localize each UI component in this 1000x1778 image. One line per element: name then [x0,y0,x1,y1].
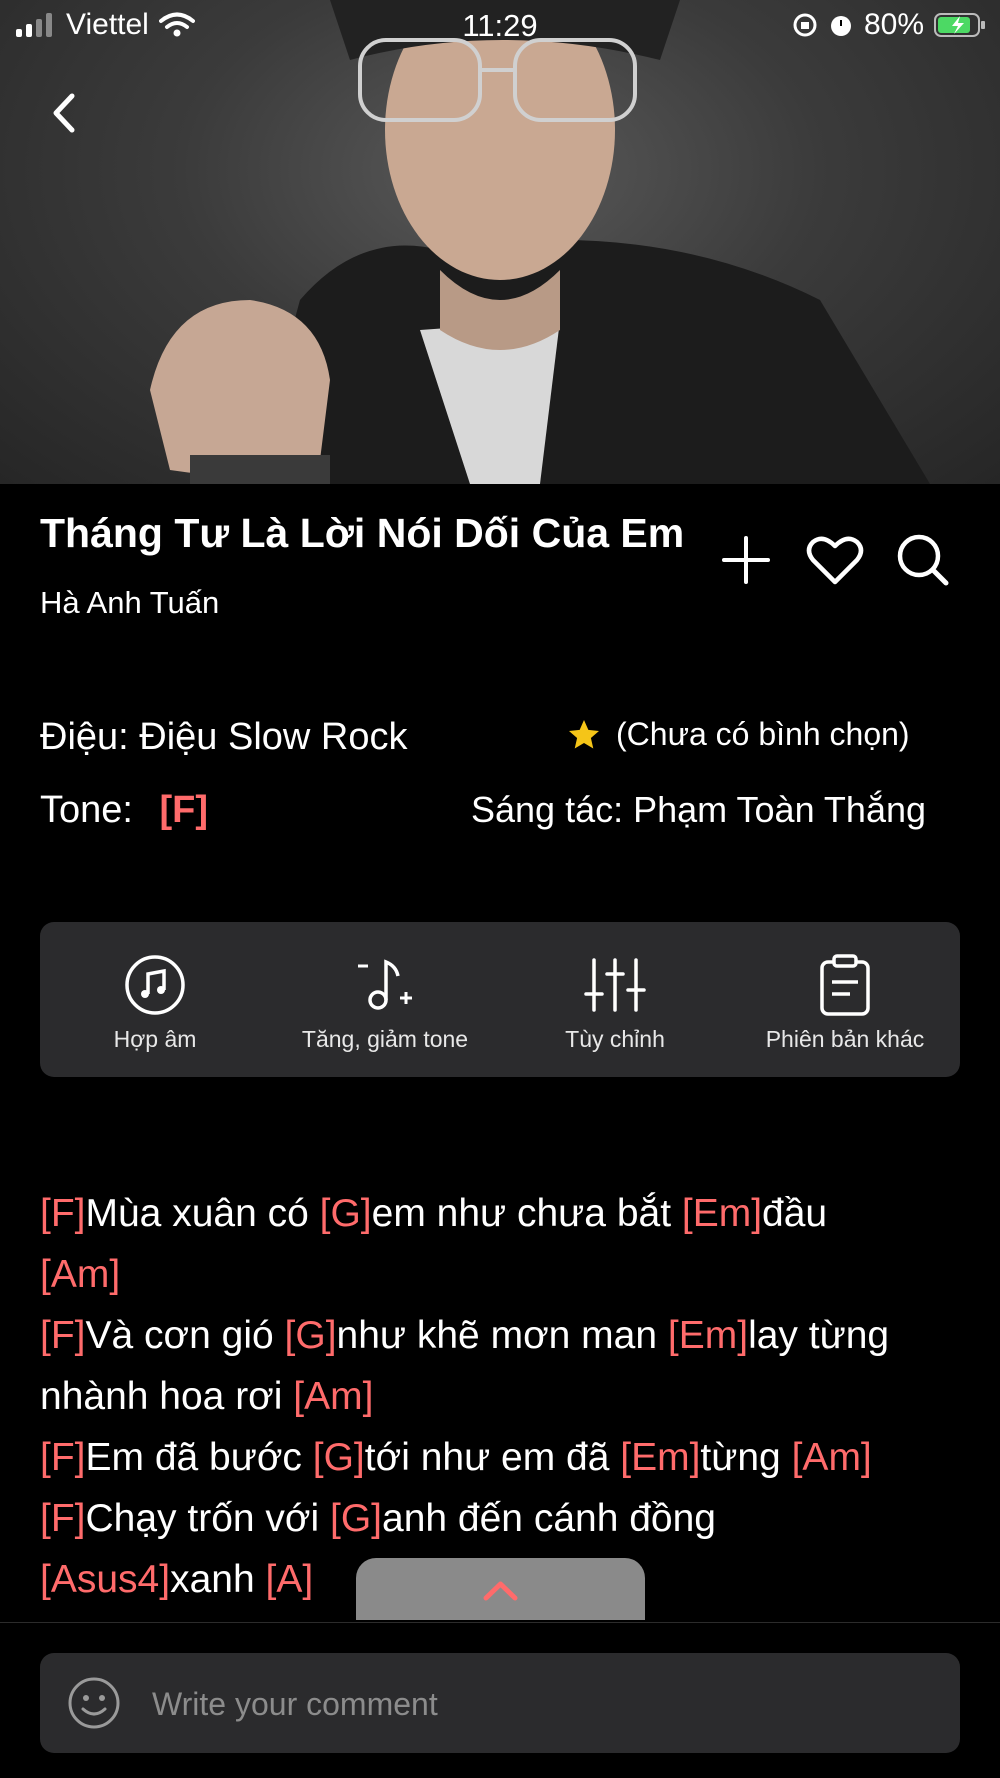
composer-row: Sáng tác: Phạm Toàn Thắng [471,789,926,831]
composer-label: Sáng tác: [471,789,624,830]
tone-row: Tone: [F] [40,789,208,832]
chord-label[interactable]: [G] [320,1192,372,1235]
chord-label[interactable]: [Asus4] [40,1558,170,1601]
chord-label[interactable]: [G] [313,1436,365,1479]
chord-label[interactable]: [Am] [40,1253,120,1296]
chord-label[interactable]: [Em] [668,1314,748,1357]
status-right-group: 80% [792,8,986,42]
comment-bar [40,1653,960,1753]
lyric-text: Em đã bước [85,1436,313,1479]
chords-button[interactable]: Hợp âm [40,922,270,1077]
lyric-text: như khẽ mơn man [336,1314,668,1357]
composer-value[interactable]: Phạm Toàn Thắng [633,789,926,830]
lyric-text: lay từng [748,1314,890,1357]
chord-label[interactable]: [Am] [792,1436,872,1479]
alarm-icon [830,16,851,36]
rating[interactable]: (Chưa có bình chọn) [566,716,910,753]
chord-label[interactable]: [F] [40,1192,86,1235]
artist-name[interactable]: Hà Anh Tuấn [40,585,219,621]
other-versions-button[interactable]: Phiên bản khác [730,922,960,1077]
artist-photo-illustration [150,0,930,484]
customize-button[interactable]: Tùy chỉnh [500,922,730,1077]
chord-label[interactable]: [G] [285,1314,337,1357]
search-icon[interactable] [893,530,953,590]
lyric-text: em như chưa bắt [371,1192,682,1235]
clipboard-icon [820,954,870,1016]
chord-label[interactable]: [Em] [620,1436,700,1479]
music-note-circle-icon [125,955,185,1015]
lyric-line: [Am] [40,1244,960,1305]
lyric-text: tới như em đã [364,1436,621,1479]
emoji-icon[interactable] [66,1675,122,1731]
tone-label: Tone: [40,789,133,831]
rotation-lock-icon [793,13,817,37]
chord-label[interactable]: [F] [40,1314,86,1357]
chord-label[interactable]: [Am] [293,1375,373,1418]
rhythm-value[interactable]: Điệu Slow Rock [139,716,407,758]
collapse-tab[interactable] [356,1558,645,1620]
lyric-line: [F]Em đã bước [G]tới như em đã [Em]từng … [40,1427,960,1488]
status-bar: Viettel 11:29 80% [0,0,1000,54]
lyric-line: nhành hoa rơi [Am] [40,1366,960,1427]
song-title: Tháng Tư Là Lời Nói Dối Của Em [40,510,685,556]
rating-text: (Chưa có bình chọn) [616,716,910,752]
lyric-text: đầu [762,1192,828,1235]
tools-panel: Hợp âm Tăng, giảm tone Tùy chỉnh Phiên b… [40,922,960,1077]
battery-charging-icon [934,13,985,37]
tool-label: Tăng, giảm tone [301,1026,469,1052]
sliders-icon [584,958,646,1012]
star-icon [569,719,599,748]
chord-label[interactable]: [F] [40,1436,86,1479]
chord-label[interactable]: [G] [330,1497,382,1540]
transpose-note-icon [358,959,412,1010]
chord-label[interactable]: [A] [265,1558,313,1601]
rhythm-label: Điệu: [40,716,129,758]
tone-value[interactable]: [F] [160,789,209,831]
heart-icon[interactable] [805,530,865,590]
lyric-text: Và cơn gió [85,1314,285,1357]
rhythm-row: Điệu: Điệu Slow Rock [40,716,408,759]
lyrics-body: [F]Mùa xuân có [G]em như chưa bắt [Em]đầ… [40,1183,960,1610]
chord-label[interactable]: [Em] [682,1192,762,1235]
artist-photo [0,0,1000,484]
lyric-line: [F]Chạy trốn với [G]anh đến cánh đồng [40,1488,960,1549]
lyric-text: Mùa xuân có [85,1192,320,1235]
comment-input[interactable] [150,1671,934,1737]
back-chevron-icon[interactable] [44,88,84,138]
add-to-playlist-icon[interactable] [716,530,776,590]
lyric-text: Chạy trốn với [85,1497,330,1540]
battery-percent: 80% [863,8,924,41]
lyric-line: [F]Và cơn gió [G]như khẽ mơn man [Em]lay… [40,1305,960,1366]
lyric-text: từng [700,1436,792,1479]
lyric-text: nhành hoa rơi [40,1375,294,1418]
tool-label: Phiên bản khác [765,1026,925,1052]
transpose-button[interactable]: Tăng, giảm tone [270,922,500,1077]
lyric-line: [F]Mùa xuân có [G]em như chưa bắt [Em]đầ… [40,1183,960,1244]
tool-label: Tùy chỉnh [565,1026,665,1052]
chevron-up-icon [483,1581,518,1601]
lyric-text: anh đến cánh đồng [382,1497,716,1540]
lyric-text: xanh [170,1558,266,1601]
divider [0,1622,1000,1623]
tool-label: Hợp âm [113,1026,197,1052]
chord-label[interactable]: [F] [40,1497,86,1540]
